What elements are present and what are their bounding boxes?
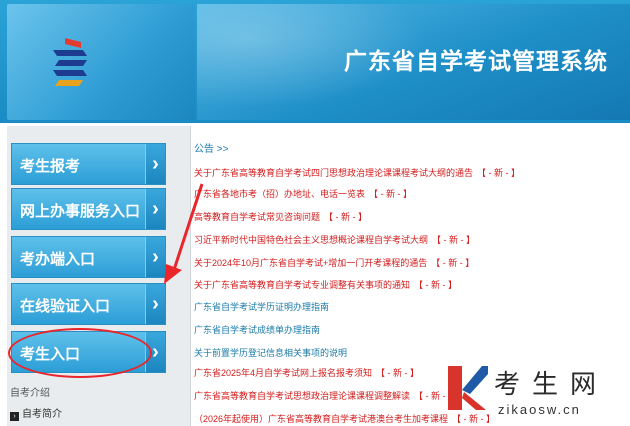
notice-text: 广东省自学考试成绩单办理指南: [194, 325, 321, 335]
notice-text: 广东省2025年4月自学考试网上报名报考须知: [194, 368, 373, 378]
logo-panel: [7, 4, 195, 120]
site-logo-icon: [53, 38, 87, 86]
notice-link[interactable]: 广东省各地市考（招）办地址、电话一览表【 - 新 - 】: [194, 187, 412, 200]
new-badge: 【 - 新 - 】: [324, 212, 368, 222]
watermark-logo-icon: [448, 366, 488, 410]
new-badge: 【 - 新 - 】: [369, 189, 413, 199]
chevron-right-icon: ›: [145, 144, 165, 184]
notice-list: 公告 >>: [194, 140, 630, 164]
watermark-url: zikaosw.cn: [498, 402, 581, 417]
notice-heading[interactable]: 公告 >>: [194, 140, 630, 155]
sidebar-button-office[interactable]: 考办端入口 ›: [11, 236, 166, 278]
notice-link[interactable]: 广东省2025年4月自学考试网上报名报考须知【 - 新 - 】: [194, 366, 419, 379]
notice-link[interactable]: 关于2024年10月广东省自学考试+增加一门开考课程的通告【 - 新 - 】: [194, 256, 474, 269]
arrow-box-icon: ›: [10, 412, 19, 421]
sidebar-section-label: 自考介绍: [10, 388, 50, 399]
sidebar-button-verify[interactable]: 在线验证入口 ›: [11, 283, 166, 325]
new-badge: 【 - 新 - 】: [477, 168, 521, 178]
notice-link[interactable]: 习近平新时代中国特色社会主义思想概论课程自学考试大纲【 - 新 - 】: [194, 233, 475, 246]
sidebar-button-label: 网上办事服务入口: [20, 203, 141, 220]
notice-link[interactable]: 关于广东省高等教育自学考试专业调整有关事项的通知【 - 新 - 】: [194, 278, 457, 291]
notice-link[interactable]: 关于广东省高等教育自学考试四门思想政治理论课课程考试大纲的通告【 - 新 - 】: [194, 166, 520, 179]
notice-link[interactable]: 广东省自学考试成绩单办理指南: [194, 323, 320, 336]
notice-text: 广东省各地市考（招）办地址、电话一览表: [194, 189, 366, 199]
header: 广东省自学考试管理系统: [0, 0, 630, 123]
notice-text: 高等教育自学考试常见咨询问题: [194, 212, 321, 222]
sidebar-button-label: 考办端入口: [20, 251, 96, 268]
chevron-right-icon: ›: [145, 284, 165, 324]
sidebar-link-label: 自考简介: [22, 409, 62, 420]
sidebar-link-intro[interactable]: › 自考简介: [10, 405, 62, 421]
notice-text: 关于前置学历登记信息相关事项的说明: [194, 348, 348, 358]
new-badge: 【 - 新 - 】: [432, 235, 476, 245]
watermark: 考生网 zikaosw.cn: [446, 362, 630, 426]
notice-link[interactable]: 广东省自学考试学历证明办理指南: [194, 300, 329, 313]
notice-link[interactable]: 高等教育自学考试常见咨询问题【 - 新 - 】: [194, 210, 367, 223]
new-badge: 【 - 新 - 】: [431, 258, 475, 268]
notice-text: 关于广东省高等教育自学考试四门思想政治理论课课程考试大纲的通告: [194, 168, 474, 178]
notice-text: 广东省高等教育自学考试思想政治理论课课程调整解读: [194, 391, 411, 401]
notice-link[interactable]: 广东省高等教育自学考试思想政治理论课课程调整解读【 - 新 - 】: [194, 389, 457, 402]
watermark-brand: 考生网: [494, 370, 609, 400]
notice-text: 关于广东省高等教育自学考试专业调整有关事项的通知: [194, 280, 411, 290]
title-panel: 广东省自学考试管理系统: [197, 4, 630, 120]
sidebar-button-label: 在线验证入口: [20, 298, 111, 315]
new-badge: 【 - 新 - 】: [376, 368, 420, 378]
notice-text: 广东省自学考试学历证明办理指南: [194, 302, 330, 312]
notice-text: 关于2024年10月广东省自学考试+增加一门开考课程的通告: [194, 258, 428, 268]
notice-text: 习近平新时代中国特色社会主义思想概论课程自学考试大纲: [194, 235, 429, 245]
new-badge: 【 - 新 - 】: [414, 280, 458, 290]
sidebar-button-label: 考生报考: [20, 158, 81, 175]
notice-text: （2026年起使用）广东省高等教育自学考试港澳台考生加考课程: [194, 414, 449, 424]
annotation-circle: [8, 328, 152, 378]
sidebar-button-apply[interactable]: 考生报考 ›: [11, 143, 166, 185]
notice-link[interactable]: 关于前置学历登记信息相关事项的说明: [194, 346, 347, 359]
site-title: 广东省自学考试管理系统: [344, 48, 608, 74]
sidebar-button-online-service[interactable]: 网上办事服务入口 ›: [11, 188, 166, 230]
